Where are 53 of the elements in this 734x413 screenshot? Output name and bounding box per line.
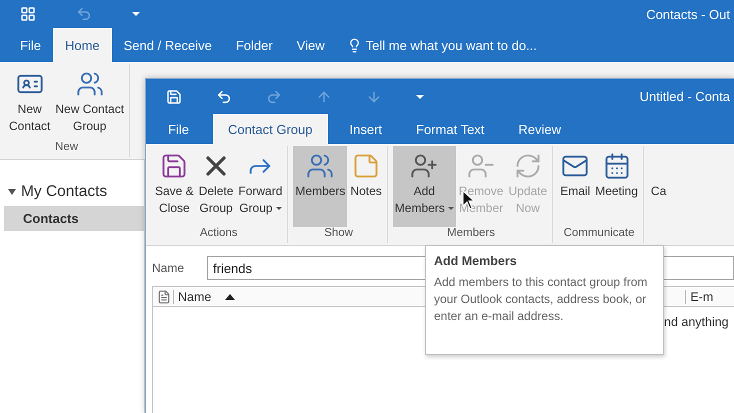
column-header[interactable]: E-m <box>685 290 714 304</box>
calendar-icon <box>602 152 631 180</box>
refresh-icon <box>514 152 542 180</box>
new-contact-button[interactable]: New Contact <box>7 64 52 141</box>
tell-me-search[interactable]: Tell me what you want to do... <box>346 28 537 62</box>
delete-button[interactable]: Delete Group <box>196 146 236 227</box>
ribbon-tab[interactable]: Folder <box>224 28 285 62</box>
person-minus-icon <box>467 152 496 180</box>
ribbon-tab[interactable]: Insert <box>338 114 394 144</box>
group-label: Show <box>324 227 353 241</box>
group-label: Communicate <box>564 227 635 241</box>
folder-header[interactable]: My Contacts <box>0 180 144 204</box>
new-group-button[interactable]: New Contact Group <box>53 64 126 141</box>
ribbon-tab[interactable]: Send / Receive <box>112 28 224 62</box>
save-icon[interactable] <box>166 88 182 104</box>
sort-arrow-icon <box>225 294 236 300</box>
undo-icon[interactable] <box>216 88 232 104</box>
folder-item[interactable]: Contacts <box>4 206 144 231</box>
meeting-button[interactable]: Meeting <box>593 146 640 227</box>
ribbon-tab[interactable]: Review <box>506 114 574 144</box>
ribbon-tab[interactable]: View <box>284 28 337 62</box>
email-button[interactable]: Email <box>558 146 592 227</box>
people-icon <box>76 70 104 98</box>
window-title: Untitled - Conta <box>640 89 730 104</box>
person-plus-icon <box>410 152 438 180</box>
notes-button[interactable]: Notes <box>348 146 384 227</box>
tooltip-title: Add Members <box>434 254 518 268</box>
members-button[interactable]: Members <box>293 146 348 227</box>
ribbon-tab[interactable]: Format Text <box>404 114 496 144</box>
field-label: Name <box>152 261 186 275</box>
save-icon <box>160 152 188 180</box>
column-header[interactable]: Name <box>173 290 236 304</box>
window-title: Contacts - Out <box>646 6 730 22</box>
customize-icon[interactable] <box>132 12 140 16</box>
tooltip-text: Add members to this contact group from your Outlook contacts, address book, or enter an e-mail address. <box>434 274 648 325</box>
ribbon-tab[interactable]: Home <box>52 28 112 62</box>
app-icon[interactable] <box>20 6 36 22</box>
save-button[interactable]: Save & Close <box>153 146 196 227</box>
ribbon-tab[interactable]: Contact Group <box>212 114 328 144</box>
ribbon-tab[interactable]: File <box>156 114 201 144</box>
note-icon <box>352 152 380 180</box>
group-label: Actions <box>200 227 238 241</box>
document-icon <box>157 290 171 304</box>
group-label: New <box>55 141 78 155</box>
ribbon-tab[interactable]: File <box>8 28 53 62</box>
empty-message: nd anything <box>664 315 729 329</box>
forward-button[interactable]: Forward Group <box>236 146 284 227</box>
ribbon-button[interactable]: Ca <box>648 146 668 243</box>
expand-icon[interactable] <box>8 189 16 195</box>
people-icon <box>306 152 334 180</box>
group-label: Members <box>447 227 495 241</box>
customize-icon[interactable] <box>416 94 424 98</box>
add-button[interactable]: Add Members <box>392 146 456 227</box>
